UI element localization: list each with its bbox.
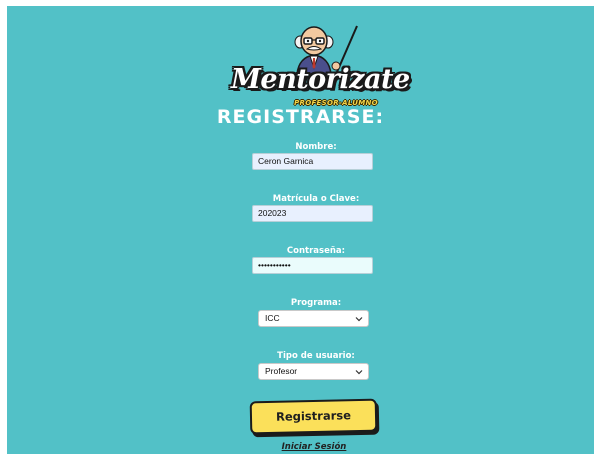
matricula-input[interactable]: 202023 [252,205,373,222]
mentorizate-logo: Mentorizate PROFESOR-ALUMNO [231,24,411,107]
logo-wordmark: Mentorizate [231,64,410,95]
password-label: Contraseña: [286,246,346,256]
programa-selected-value: ICC [265,313,280,323]
password-input[interactable]: ••••••••••• [252,257,373,274]
registrarse-button[interactable]: Registrarse [249,398,378,435]
chevron-down-icon [355,317,363,322]
programa-select[interactable]: ICC [258,310,369,327]
tipo-usuario-selected-value: Profesor [265,366,298,376]
nombre-input[interactable]: Ceron Garnica [252,153,373,170]
tipo-usuario-select[interactable]: Profesor [258,363,369,380]
programa-label: Programa: [290,298,342,308]
page-title: REGISTRARSE: [216,106,385,128]
tipo-usuario-label: Tipo de usuario: [277,351,355,361]
chevron-down-icon [355,370,363,375]
matricula-label: Matrícula o Clave: [272,194,360,204]
nombre-label: Nombre: [295,142,337,152]
registration-page: Mentorizate PROFESOR-ALUMNO REGISTRARSE:… [7,6,594,454]
iniciar-sesion-link[interactable]: Iniciar Sesión [7,442,594,452]
